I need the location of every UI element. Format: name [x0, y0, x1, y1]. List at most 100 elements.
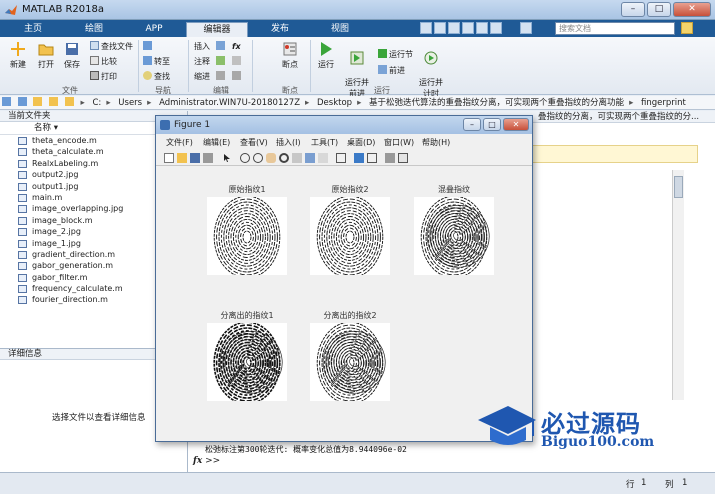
menu-view[interactable]: 查看(V)	[240, 136, 268, 150]
zoom-in-icon[interactable]	[240, 153, 250, 163]
up-one-level-icon[interactable]	[64, 97, 74, 106]
search-docs-input[interactable]: 搜索文档	[555, 22, 675, 35]
run-button[interactable]: 运行	[314, 41, 338, 70]
figure-title-bar[interactable]: Figure 1 – □ ✕	[156, 116, 532, 134]
row-label: 行	[626, 480, 635, 490]
fingerprint-ridges	[213, 197, 281, 275]
file-icon	[18, 193, 27, 202]
open-file-icon[interactable]	[177, 153, 187, 163]
figure-maximize-button[interactable]: □	[483, 118, 501, 131]
help-quick-icon[interactable]	[520, 22, 532, 34]
minimize-button[interactable]: –	[621, 2, 645, 17]
group-navigate-label: 导航	[155, 86, 171, 95]
hide-plot-tools-icon[interactable]	[385, 153, 395, 163]
breadcrumb-drive[interactable]: C:	[93, 98, 102, 108]
indent-icon[interactable]	[216, 71, 227, 82]
figure-close-button[interactable]: ✕	[503, 118, 529, 131]
tab-home[interactable]: 主页	[8, 22, 58, 37]
status-bar: 行 1 列 1	[0, 472, 715, 494]
new-figure-icon[interactable]	[164, 153, 174, 163]
outdent-icon[interactable]	[232, 71, 243, 82]
save-figure-icon[interactable]	[190, 153, 200, 163]
menu-help[interactable]: 帮助(H)	[422, 136, 450, 150]
figure-canvas[interactable]: 原始指纹1 原始指纹2 混叠指纹 分离出的指纹1 分离出的指纹2	[158, 168, 530, 440]
menu-edit[interactable]: 编辑(E)	[203, 136, 230, 150]
print-button[interactable]: 打印	[90, 71, 117, 82]
redo-quick-icon[interactable]	[490, 22, 502, 34]
find-button[interactable]: 查找	[143, 71, 170, 82]
command-prompt[interactable]: fx >>	[193, 456, 220, 466]
tab-editor[interactable]: 编辑器	[186, 22, 248, 37]
data-cursor-icon[interactable]	[292, 153, 302, 163]
link-icon[interactable]	[318, 153, 328, 163]
figure-minimize-button[interactable]: –	[463, 118, 481, 131]
undo-quick-icon[interactable]	[476, 22, 488, 34]
maximize-button[interactable]: □	[647, 2, 671, 17]
breadcrumb-user[interactable]: Administrator.WIN7U-20180127Z	[159, 98, 300, 108]
command-scrollbar[interactable]	[672, 170, 684, 400]
save-icon	[66, 43, 78, 55]
breakpoints-button[interactable]: 断点	[274, 41, 306, 70]
fx-icon[interactable]: fx	[232, 41, 241, 52]
back-icon[interactable]	[2, 97, 11, 106]
forward-icon[interactable]	[17, 97, 27, 106]
figure-window[interactable]: Figure 1 – □ ✕ 文件(F) 编辑(E) 查看(V) 插入(I) 工…	[155, 115, 533, 442]
uncomment-icon[interactable]	[232, 56, 243, 67]
goto-button[interactable]: 转至	[143, 56, 170, 67]
breadcrumb-desktop[interactable]: Desktop	[317, 98, 352, 108]
zoom-out-icon[interactable]	[253, 153, 263, 163]
menu-insert[interactable]: 插入(I)	[276, 136, 301, 150]
insert-section-icon[interactable]	[216, 41, 227, 52]
menu-desktop[interactable]: 桌面(D)	[347, 136, 375, 150]
run-and-time-button[interactable]: 运行并 计时	[416, 41, 446, 99]
tab-view[interactable]: 视图	[312, 22, 368, 37]
breadcrumb-project[interactable]: 基于松弛迭代算法的重叠指纹分离，可实现两个重叠指纹的分离功能	[369, 98, 624, 108]
insert-button[interactable]: 插入	[194, 41, 210, 52]
insert-colorbar-icon[interactable]	[354, 153, 364, 163]
search-icon[interactable]	[681, 22, 693, 34]
advance-button[interactable]: 前进	[378, 65, 405, 76]
fx-icon[interactable]: fx	[193, 456, 202, 466]
compare-button[interactable]: 比较	[90, 56, 117, 67]
insert-legend-icon[interactable]	[367, 153, 377, 163]
tab-plots[interactable]: 绘图	[66, 22, 122, 37]
close-button[interactable]: ✕	[673, 2, 711, 17]
row-value: 1	[641, 478, 647, 488]
ribbon-divider	[138, 40, 139, 92]
brush-icon[interactable]	[305, 153, 315, 163]
print-figure-icon[interactable]	[203, 153, 213, 163]
menu-window[interactable]: 窗口(W)	[384, 136, 414, 150]
comment-icon[interactable]	[216, 56, 227, 67]
group-breakpoints-label: 断点	[282, 86, 298, 95]
scrollbar-thumb[interactable]	[674, 176, 683, 198]
new-button[interactable]: 新建	[6, 41, 30, 70]
copy-quick-icon[interactable]	[448, 22, 460, 34]
pointer-icon[interactable]	[222, 153, 232, 163]
folder-up-icon[interactable]	[33, 97, 43, 106]
tab-publish[interactable]: 发布	[252, 22, 308, 37]
comment-button[interactable]: 注释	[194, 56, 210, 67]
breadcrumb-fingerprint[interactable]: fingerprint	[641, 98, 686, 108]
figure-icon	[160, 120, 170, 130]
find-files-button[interactable]: 查找文件	[90, 41, 133, 52]
rotate-icon[interactable]	[279, 153, 289, 163]
show-plot-tools-icon[interactable]	[398, 153, 408, 163]
colorbar-icon[interactable]	[336, 153, 346, 163]
menu-tools[interactable]: 工具(T)	[311, 136, 338, 150]
navigate-arrows-icon	[143, 41, 152, 50]
run-section-button[interactable]: 运行节	[378, 49, 413, 60]
indent-button[interactable]: 缩进	[194, 71, 210, 82]
cut-quick-icon[interactable]	[434, 22, 446, 34]
paste-quick-icon[interactable]	[462, 22, 474, 34]
browse-folder-icon[interactable]	[49, 97, 59, 106]
ribbon-arrows[interactable]	[143, 41, 154, 52]
run-advance-icon	[350, 51, 364, 65]
save-button[interactable]: 保存	[60, 41, 84, 70]
tab-apps[interactable]: APP	[126, 22, 182, 37]
advance-icon	[378, 65, 387, 74]
breadcrumb-users[interactable]: Users	[118, 98, 142, 108]
menu-file[interactable]: 文件(F)	[166, 136, 193, 150]
save-quick-icon[interactable]	[420, 22, 432, 34]
open-button[interactable]: 打开	[34, 41, 58, 70]
pan-icon[interactable]	[266, 153, 276, 163]
